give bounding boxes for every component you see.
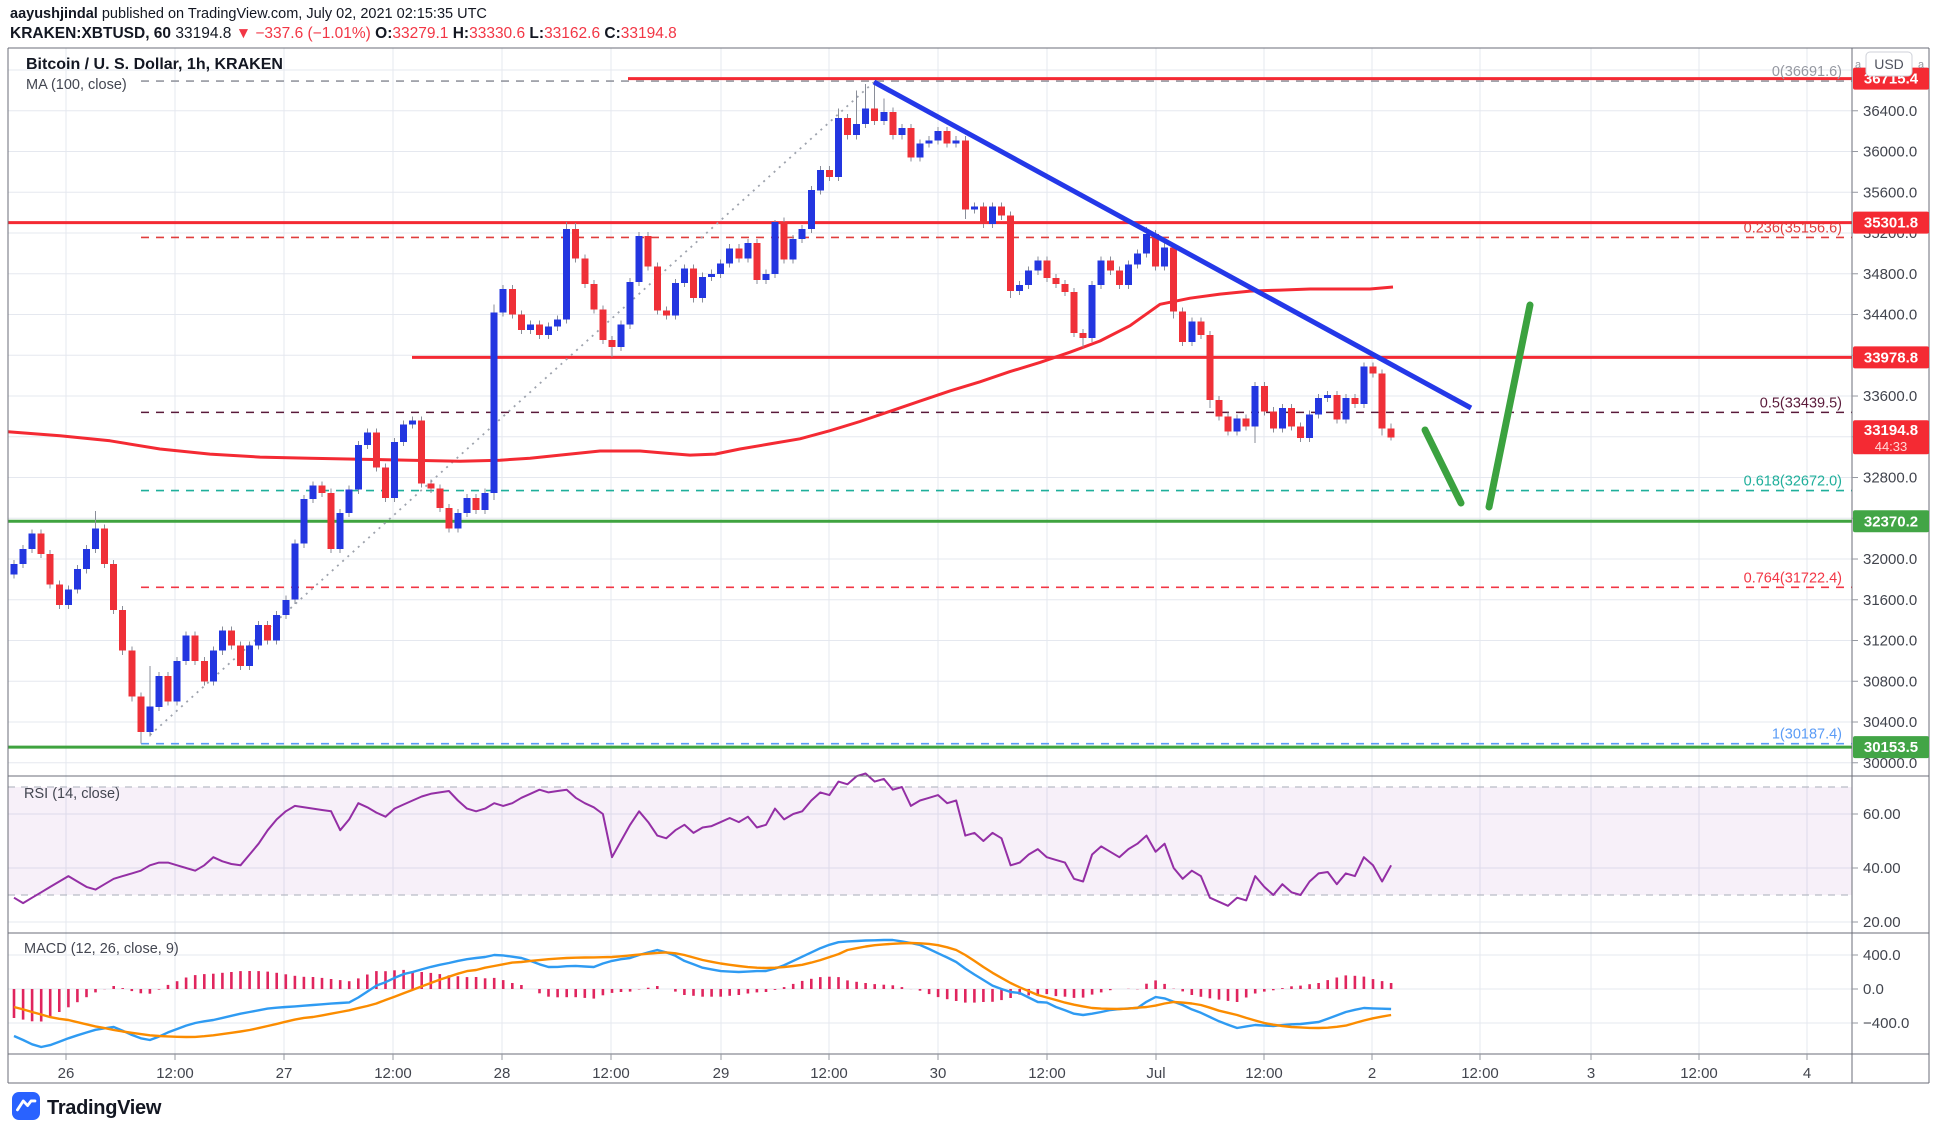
svg-text:32000.0: 32000.0: [1863, 551, 1917, 568]
svg-text:60.00: 60.00: [1863, 806, 1901, 823]
svg-text:28: 28: [494, 1065, 511, 1082]
svg-text:34400.0: 34400.0: [1863, 307, 1917, 324]
svg-text:26: 26: [58, 1065, 75, 1082]
svg-text:2: 2: [1368, 1065, 1376, 1082]
main-pane-legend[interactable]: Bitcoin / U. S. Dollar, 1h, KRAKEN MA (1…: [26, 56, 283, 93]
svg-text:−400.0: −400.0: [1863, 1015, 1909, 1032]
svg-text:33978.8: 33978.8: [1864, 349, 1918, 366]
svg-text:34800.0: 34800.0: [1863, 266, 1917, 283]
svg-text:32800.0: 32800.0: [1863, 470, 1917, 487]
svg-text:30800.0: 30800.0: [1863, 673, 1917, 690]
svg-text:a: a: [1855, 59, 1862, 71]
svg-text:4: 4: [1803, 1065, 1811, 1082]
svg-text:0(36691.6): 0(36691.6): [1772, 64, 1842, 80]
svg-text:12:00: 12:00: [374, 1065, 412, 1082]
tradingview-logo-text: TradingView: [47, 1097, 161, 1120]
tradingview-snapshot: aayushjindal published on TradingView.co…: [0, 0, 1936, 1127]
macd-histogram: [14, 970, 1391, 1022]
rsi-band: [8, 787, 1852, 895]
price-axis[interactable]: 30000.030400.030800.031200.031600.032000…: [1852, 52, 1929, 1032]
svg-text:30: 30: [930, 1065, 947, 1082]
svg-text:0.618(32672.0): 0.618(32672.0): [1744, 474, 1842, 490]
svg-text:27: 27: [276, 1065, 293, 1082]
svg-text:36000.0: 36000.0: [1863, 144, 1917, 161]
ma-study-label: MA (100, close): [26, 77, 283, 93]
chart-canvas[interactable]: 30000.030400.030800.031200.031600.032000…: [0, 0, 1936, 1127]
svg-text:1(30187.4): 1(30187.4): [1772, 727, 1842, 743]
svg-text:USD: USD: [1874, 56, 1904, 72]
svg-text:0.5(33439.5): 0.5(33439.5): [1760, 395, 1842, 411]
svg-text:12:00: 12:00: [1680, 1065, 1718, 1082]
tradingview-logo[interactable]: TradingView: [12, 1092, 161, 1125]
svg-text:a: a: [1918, 59, 1925, 71]
rsi-study-label[interactable]: RSI (14, close): [24, 786, 120, 802]
horizontal-lines[interactable]: [8, 79, 1852, 747]
svg-text:20.00: 20.00: [1863, 914, 1901, 931]
fib-retracement[interactable]: [141, 81, 1852, 744]
svg-text:12:00: 12:00: [592, 1065, 630, 1082]
svg-text:3: 3: [1587, 1065, 1595, 1082]
svg-text:32370.2: 32370.2: [1864, 513, 1918, 530]
green-arrow-1[interactable]: [1425, 430, 1461, 503]
svg-text:Jul: Jul: [1146, 1065, 1165, 1082]
svg-text:33194.8: 33194.8: [1864, 422, 1918, 439]
svg-text:35600.0: 35600.0: [1863, 184, 1917, 201]
svg-text:12:00: 12:00: [810, 1065, 848, 1082]
time-axis[interactable]: 26 12:00 27 12:00 28 12:00 29 12:00 30 12:00 Jul 12…: [58, 1054, 1812, 1082]
macd-study-label[interactable]: MACD (12, 26, close, 9): [24, 941, 179, 957]
svg-text:33600.0: 33600.0: [1863, 388, 1917, 405]
chart-title: Bitcoin / U. S. Dollar, 1h, KRAKEN: [26, 56, 283, 74]
svg-text:44:33: 44:33: [1875, 439, 1908, 454]
svg-text:12:00: 12:00: [156, 1065, 194, 1082]
svg-text:0.0: 0.0: [1863, 981, 1884, 998]
tradingview-logo-icon: [12, 1092, 40, 1125]
svg-text:31600.0: 31600.0: [1863, 592, 1917, 609]
svg-text:12:00: 12:00: [1461, 1065, 1499, 1082]
svg-text:31200.0: 31200.0: [1863, 633, 1917, 650]
svg-text:30153.5: 30153.5: [1864, 739, 1918, 756]
grid-layer: [8, 48, 1852, 1054]
svg-text:400.0: 400.0: [1863, 947, 1901, 964]
svg-text:0.236(35156.6): 0.236(35156.6): [1744, 220, 1842, 236]
blue-trendline[interactable]: [874, 82, 1471, 408]
svg-text:29: 29: [713, 1065, 730, 1082]
svg-text:40.00: 40.00: [1863, 860, 1901, 877]
green-arrow-2[interactable]: [1489, 305, 1530, 507]
svg-text:30400.0: 30400.0: [1863, 714, 1917, 731]
svg-text:0.764(31722.4): 0.764(31722.4): [1744, 570, 1842, 586]
svg-text:12:00: 12:00: [1245, 1065, 1283, 1082]
svg-text:35301.8: 35301.8: [1864, 215, 1918, 232]
svg-text:12:00: 12:00: [1028, 1065, 1066, 1082]
svg-text:36400.0: 36400.0: [1863, 103, 1917, 120]
